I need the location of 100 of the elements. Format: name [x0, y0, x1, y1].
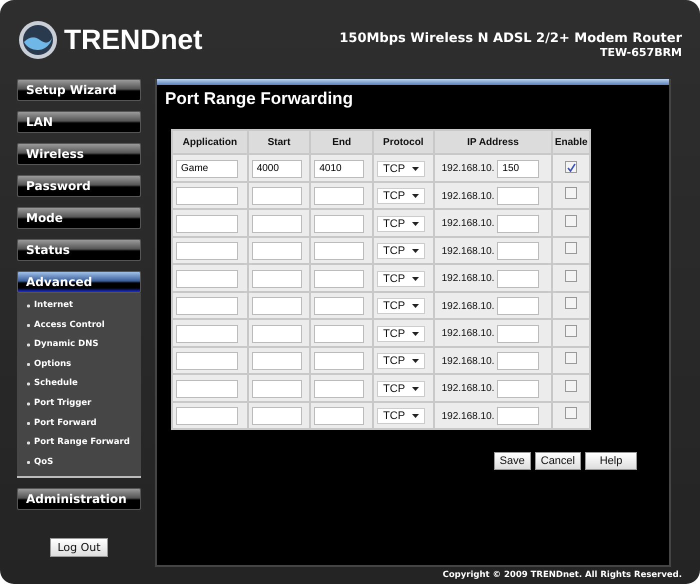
ip-suffix-field[interactable]: [497, 407, 540, 425]
end-port-field[interactable]: 4010: [314, 160, 364, 178]
start-port-field[interactable]: [252, 187, 302, 205]
ip-prefix: 192.168.10.: [442, 383, 494, 394]
column-header: Protocol: [374, 131, 433, 153]
end-port-field[interactable]: [314, 297, 364, 315]
enable-checkbox[interactable]: [565, 352, 578, 364]
ip-prefix: 192.168.10.: [442, 246, 494, 256]
application-field[interactable]: [176, 352, 238, 370]
caret-icon: [412, 332, 420, 336]
start-port-field[interactable]: [252, 297, 302, 315]
application-field[interactable]: [176, 214, 238, 232]
protocol-select[interactable]: TCP: [377, 408, 426, 424]
nav-button[interactable]: Wireless: [17, 143, 141, 165]
ip-suffix-field[interactable]: [497, 324, 540, 342]
action-button[interactable]: Cancel: [534, 452, 581, 470]
protocol-select[interactable]: TCP: [377, 326, 426, 342]
ip-prefix: 192.168.10.: [442, 410, 494, 422]
caret-icon: [412, 166, 420, 171]
logout-button[interactable]: Log Out: [50, 538, 108, 558]
end-port-field[interactable]: [314, 270, 364, 288]
end-port-field[interactable]: [314, 352, 364, 370]
start-port-field[interactable]: [252, 380, 302, 398]
enable-checkbox[interactable]: [565, 324, 578, 337]
caret-icon: [412, 359, 420, 364]
protocol-select[interactable]: TCP: [377, 353, 426, 370]
ip-prefix: 192.168.10.: [442, 328, 494, 339]
enable-checkbox[interactable]: [565, 270, 578, 282]
ip-suffix-field[interactable]: [497, 352, 540, 370]
ip-suffix-field[interactable]: [497, 380, 540, 398]
application-field[interactable]: [176, 407, 238, 425]
ip-suffix-field[interactable]: [497, 297, 540, 315]
protocol-select[interactable]: TCP: [377, 270, 426, 287]
start-port-field[interactable]: [252, 242, 302, 260]
ip-prefix: 192.168.10.: [442, 273, 494, 284]
application-field[interactable]: [176, 270, 238, 288]
start-port-field[interactable]: [252, 270, 302, 288]
nav-button[interactable]: Setup Wizard: [17, 79, 141, 101]
protocol-select[interactable]: TCP: [377, 160, 426, 177]
ip-prefix: 192.168.10.: [442, 356, 494, 366]
application-field[interactable]: [176, 242, 238, 260]
ip-prefix: 192.168.10.: [442, 190, 494, 202]
column-header: Start: [248, 131, 310, 153]
protocol-select[interactable]: TCP: [377, 243, 426, 260]
end-port-field[interactable]: [314, 242, 364, 260]
start-port-field[interactable]: [252, 407, 302, 425]
start-port-field[interactable]: [252, 352, 302, 370]
application-field[interactable]: [176, 187, 238, 205]
caret-icon: [412, 414, 420, 418]
end-port-field[interactable]: [314, 407, 364, 425]
globe-logo-icon: [18, 20, 58, 60]
ip-prefix: 192.168.10.: [442, 300, 494, 312]
copyright-text: Copyright © 2009 TRENDnet. All Rights Reserved.: [442, 569, 683, 582]
ip-suffix-field[interactable]: [497, 187, 540, 205]
column-header: IP Address: [434, 131, 552, 153]
enable-checkbox[interactable]: [565, 407, 578, 420]
enable-checkbox[interactable]: [565, 380, 578, 392]
application-field[interactable]: [176, 297, 238, 315]
column-header: Enable: [553, 131, 589, 153]
ip-suffix-field[interactable]: [497, 270, 540, 288]
caret-icon: [412, 276, 420, 281]
enable-checkbox[interactable]: [565, 297, 578, 310]
action-button[interactable]: Help: [585, 452, 637, 470]
caret-icon: [412, 386, 420, 391]
nav-button[interactable]: Password: [17, 175, 141, 197]
column-header: Application: [173, 131, 247, 153]
nav-button[interactable]: Advanced: [17, 271, 141, 293]
protocol-select[interactable]: TCP: [377, 188, 426, 204]
start-port-field[interactable]: [252, 214, 302, 232]
protocol-select[interactable]: TCP: [377, 380, 426, 397]
end-port-field[interactable]: [314, 380, 364, 398]
action-button[interactable]: Save: [494, 452, 531, 470]
nav-button[interactable]: Mode: [17, 207, 141, 229]
ip-suffix-field[interactable]: [497, 214, 540, 232]
ip-suffix-field[interactable]: [497, 242, 540, 260]
enable-checkbox[interactable]: [565, 214, 578, 227]
caret-icon: [412, 194, 420, 198]
column-header: End: [311, 131, 372, 153]
start-port-field[interactable]: 4000: [252, 160, 302, 178]
nav-button[interactable]: Status: [17, 239, 141, 261]
model-number: TEW-657BRM: [600, 46, 682, 58]
start-port-field[interactable]: [252, 324, 302, 342]
ip-suffix-field[interactable]: 150: [497, 160, 540, 178]
protocol-select[interactable]: TCP: [377, 216, 426, 232]
application-field[interactable]: [176, 380, 238, 398]
application-field[interactable]: [176, 324, 238, 342]
end-port-field[interactable]: [314, 214, 364, 232]
application-field[interactable]: Game: [176, 160, 238, 178]
page-title: Port Range Forwarding: [165, 89, 354, 109]
brand-name: TRENDnet: [64, 24, 202, 56]
ip-prefix: 192.168.10.: [442, 218, 494, 229]
end-port-field[interactable]: [314, 324, 364, 342]
enable-checkbox[interactable]: [565, 242, 578, 254]
nav-button[interactable]: Administration: [17, 488, 141, 510]
enable-checkbox[interactable]: [565, 187, 578, 200]
enable-checkbox[interactable]: [565, 161, 578, 174]
end-port-field[interactable]: [314, 187, 364, 205]
caret-icon: [412, 304, 420, 308]
protocol-select[interactable]: TCP: [377, 298, 426, 314]
nav-button[interactable]: LAN: [17, 111, 141, 133]
